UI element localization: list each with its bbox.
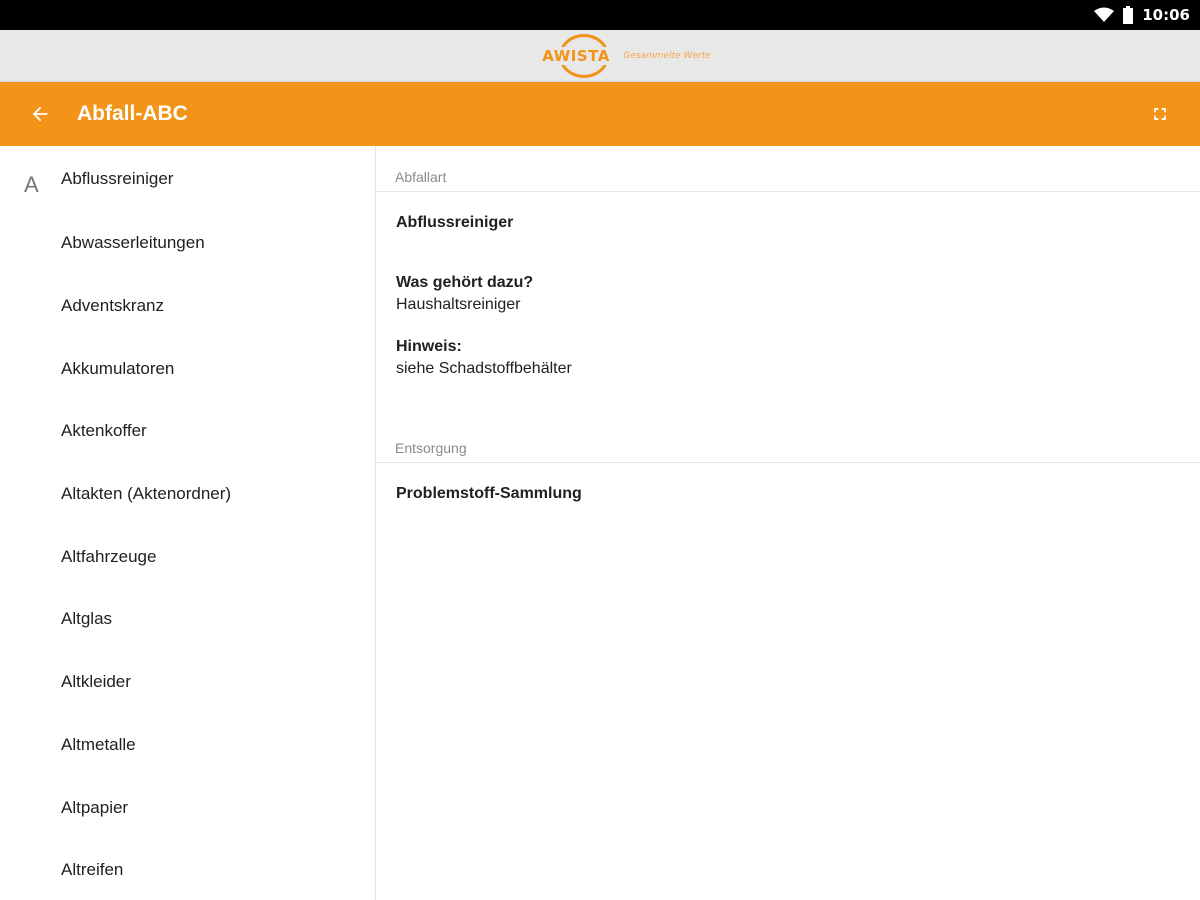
logo-bar: AWISTA Gesammelte Werte bbox=[0, 30, 1200, 82]
abc-list-pane: Abflussreiniger Abwasserleitungen Advent… bbox=[0, 146, 376, 900]
status-time: 10:06 bbox=[1142, 6, 1190, 24]
list-item[interactable]: Adventskranz bbox=[0, 275, 375, 338]
list-item[interactable]: Altglas bbox=[0, 588, 375, 651]
list-item[interactable]: Abflussreiniger bbox=[0, 146, 375, 212]
awista-logo: AWISTA Gesammelte Werte bbox=[539, 33, 711, 78]
what-label: Was gehört dazu? bbox=[396, 274, 534, 291]
logo-ring-icon: AWISTA bbox=[540, 33, 612, 78]
back-button[interactable] bbox=[18, 92, 62, 136]
detail-pane: Abfallart Abflussreiniger Was gehört daz… bbox=[377, 146, 1200, 900]
list-item[interactable]: Altpapier bbox=[0, 776, 375, 839]
item-name: Abflussreiniger bbox=[396, 214, 514, 231]
fullscreen-icon bbox=[1154, 108, 1166, 120]
section-header-abfallart: Abfallart bbox=[377, 166, 1200, 192]
hint-value: siehe Schadstoffbehälter bbox=[396, 360, 572, 377]
list-item[interactable]: Abwasserleitungen bbox=[0, 212, 375, 275]
section-letter: A bbox=[24, 172, 39, 197]
list-item[interactable]: Akkumulatoren bbox=[0, 337, 375, 400]
app-bar: Abfall-ABC bbox=[0, 82, 1200, 146]
list-item[interactable]: Altkleider bbox=[0, 651, 375, 714]
section-header-entsorgung: Entsorgung bbox=[377, 437, 1200, 463]
list-item[interactable]: Altreifen bbox=[0, 839, 375, 900]
what-value: Haushaltsreiniger bbox=[396, 296, 521, 313]
page-title: Abfall-ABC bbox=[77, 102, 188, 125]
hint-label: Hinweis: bbox=[396, 338, 462, 355]
wifi-icon bbox=[1094, 7, 1115, 22]
logo-brand: AWISTA bbox=[540, 46, 612, 65]
list-item[interactable]: Aktenkoffer bbox=[0, 400, 375, 463]
logo-tagline: Gesammelte Werte bbox=[623, 50, 711, 61]
fullscreen-button[interactable] bbox=[1138, 92, 1182, 136]
list-item[interactable]: Altmetalle bbox=[0, 714, 375, 777]
status-bar: 10:06 bbox=[0, 0, 1200, 30]
list-item[interactable]: Altakten (Aktenordner) bbox=[0, 463, 375, 526]
arrow-back-icon bbox=[32, 106, 48, 122]
waste-list: Abflussreiniger Abwasserleitungen Advent… bbox=[0, 146, 375, 900]
disposal-value: Problemstoff-Sammlung bbox=[396, 485, 582, 502]
list-item[interactable]: Altfahrzeuge bbox=[0, 525, 375, 588]
battery-icon bbox=[1123, 6, 1134, 24]
